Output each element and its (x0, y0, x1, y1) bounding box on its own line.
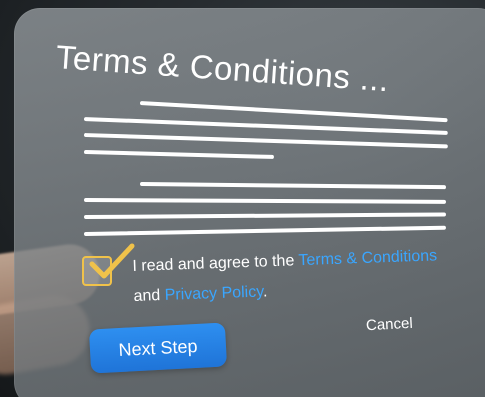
agree-prefix: I read and agree to the (132, 252, 299, 275)
next-step-button[interactable]: Next Step (88, 322, 228, 374)
scene: Terms & Conditions ... I read and agree … (0, 0, 485, 397)
terms-link[interactable]: Terms & Conditions (298, 247, 437, 269)
agree-text: I read and agree to the Terms & Conditio… (132, 240, 464, 311)
agree-suffix: . (262, 283, 268, 301)
agree-middle: and (133, 286, 165, 305)
cancel-button[interactable]: Cancel (366, 315, 414, 334)
privacy-link[interactable]: Privacy Policy (164, 283, 263, 303)
checkmark-icon (89, 243, 135, 279)
